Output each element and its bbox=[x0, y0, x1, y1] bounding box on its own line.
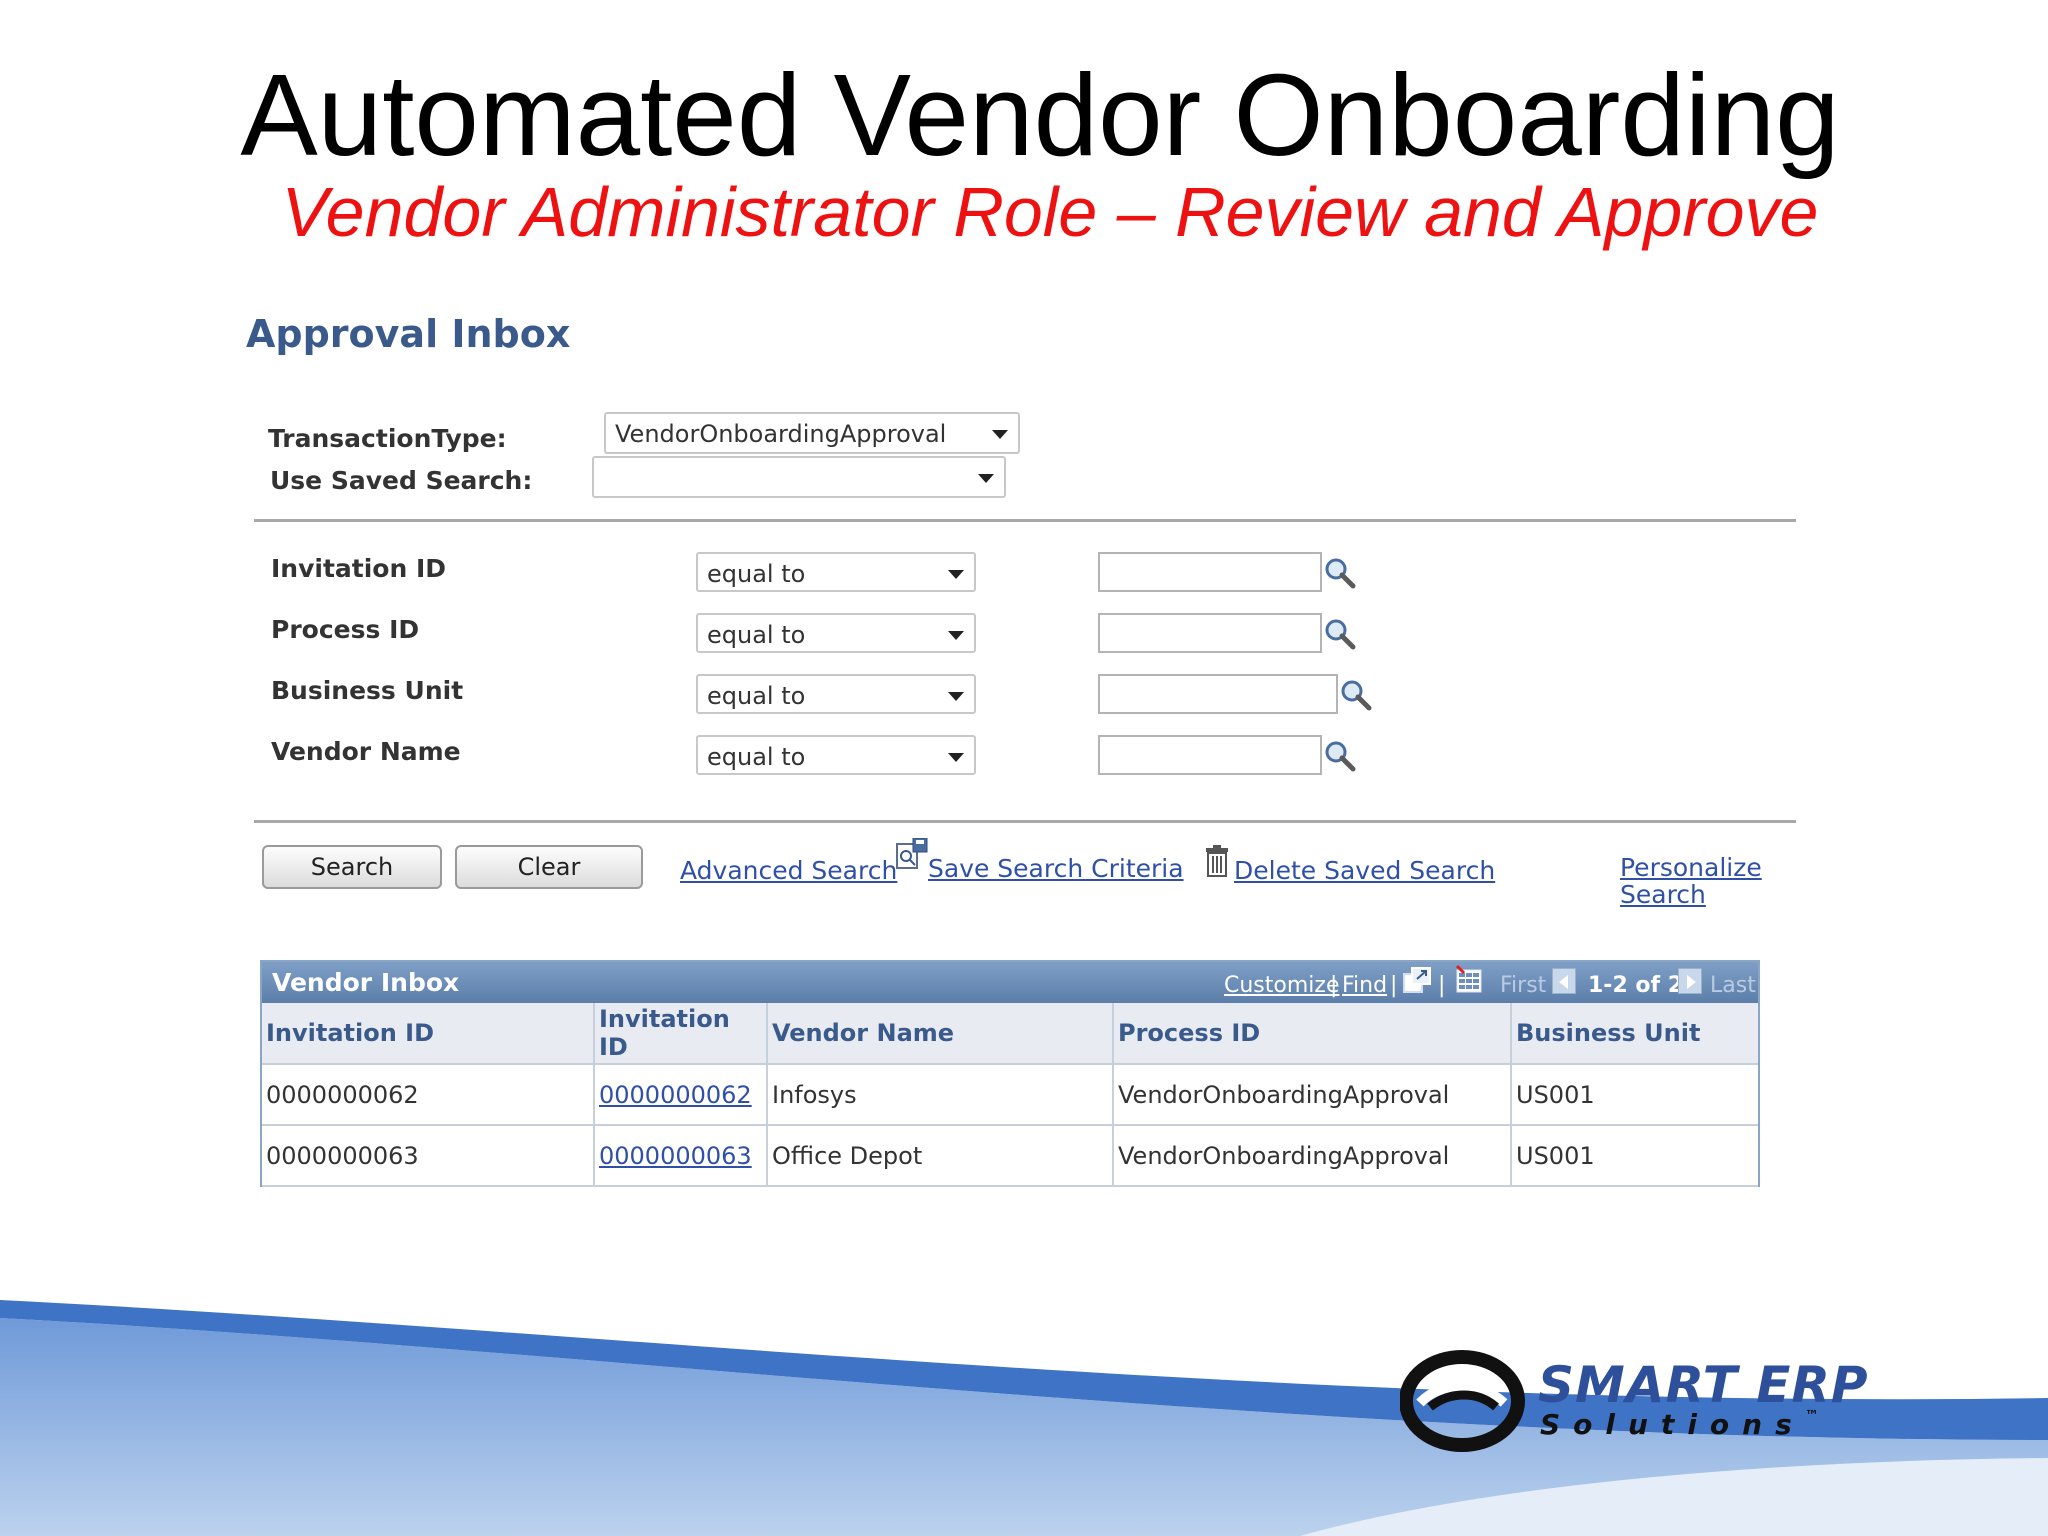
chevron-down-icon bbox=[948, 631, 964, 640]
logo-text-line-2: Solutions™ bbox=[1540, 1408, 1819, 1441]
column-header[interactable]: Vendor Name bbox=[767, 1003, 1114, 1065]
process-id-input[interactable] bbox=[1098, 613, 1322, 653]
separator: | bbox=[1438, 973, 1446, 998]
find-link[interactable]: Find bbox=[1342, 973, 1387, 998]
business-unit-operator-select[interactable]: equal to bbox=[696, 674, 976, 714]
customize-link[interactable]: Customize bbox=[1224, 973, 1339, 998]
magnifier-lookup-icon[interactable] bbox=[1340, 679, 1372, 711]
column-header[interactable]: Invitation ID bbox=[262, 1003, 595, 1065]
advanced-search-link[interactable]: Advanced Search bbox=[680, 856, 897, 885]
grid-header: Vendor Inbox Customize | Find | | First … bbox=[262, 962, 1758, 1003]
operator-value: equal to bbox=[707, 743, 806, 771]
operator-value: equal to bbox=[707, 560, 806, 588]
magnifier-lookup-icon[interactable] bbox=[1324, 618, 1356, 650]
page-title: Approval Inbox bbox=[246, 312, 571, 356]
magnifier-lookup-icon[interactable] bbox=[1324, 557, 1356, 589]
separator: | bbox=[1390, 973, 1398, 998]
vendor-name-input[interactable] bbox=[1098, 735, 1322, 775]
invitation-id-operator-select[interactable]: equal to bbox=[696, 552, 976, 592]
chevron-down-icon bbox=[992, 430, 1008, 439]
chevron-down-icon bbox=[948, 570, 964, 579]
operator-value: equal to bbox=[707, 621, 806, 649]
table-cell: Office Depot bbox=[767, 1125, 1114, 1187]
divider bbox=[254, 519, 1796, 522]
criteria-label-vendor-name: Vendor Name bbox=[271, 737, 461, 766]
invitation-id-link[interactable]: 0000000062 bbox=[599, 1081, 752, 1109]
table-cell: 0000000062 bbox=[262, 1064, 595, 1126]
divider bbox=[254, 820, 1796, 823]
download-spreadsheet-icon[interactable] bbox=[1454, 964, 1484, 994]
table-cell: 0000000062 bbox=[594, 1064, 768, 1126]
zoom-grid-icon[interactable] bbox=[1402, 966, 1432, 994]
save-search-icon[interactable] bbox=[895, 838, 929, 874]
invitation-id-link[interactable]: 0000000063 bbox=[599, 1142, 752, 1170]
personalize-line-1: Personalize bbox=[1620, 853, 1762, 882]
row-range: 1-2 of 2 bbox=[1588, 973, 1684, 998]
logo-solutions: Solutions bbox=[1540, 1408, 1805, 1441]
saved-search-label: Use Saved Search: bbox=[270, 466, 533, 495]
previous-page-icon[interactable] bbox=[1552, 968, 1576, 994]
table-cell: US001 bbox=[1511, 1125, 1758, 1187]
table-row: 0000000062 0000000062 Infosys VendorOnbo… bbox=[262, 1064, 1758, 1126]
slide-title: Automated Vendor Onboarding bbox=[240, 50, 1840, 180]
slide-subtitle: Vendor Administrator Role – Review and A… bbox=[281, 173, 1819, 251]
table-cell: 0000000063 bbox=[262, 1125, 595, 1187]
criteria-label-process-id: Process ID bbox=[271, 615, 420, 644]
column-header[interactable]: Process ID bbox=[1113, 1003, 1512, 1065]
personalize-search-link[interactable]: Personalize Search bbox=[1620, 854, 1762, 908]
table-header-row: Invitation ID Invitation ID Vendor Name … bbox=[262, 1003, 1758, 1065]
vendor-inbox-grid: Vendor Inbox Customize | Find | | First … bbox=[260, 960, 1760, 1187]
column-header[interactable]: Business Unit bbox=[1511, 1003, 1758, 1065]
transaction-type-label: TransactionType: bbox=[268, 424, 507, 453]
vendor-name-operator-select[interactable]: equal to bbox=[696, 735, 976, 775]
personalize-line-2: Search bbox=[1620, 880, 1706, 909]
operator-value: equal to bbox=[707, 682, 806, 710]
vendor-inbox-table: Invitation ID Invitation ID Vendor Name … bbox=[262, 1003, 1758, 1187]
chevron-down-icon bbox=[978, 474, 994, 483]
delete-saved-search-link[interactable]: Delete Saved Search bbox=[1234, 856, 1495, 885]
table-cell: VendorOnboardingApproval bbox=[1113, 1125, 1512, 1187]
table-cell: US001 bbox=[1511, 1064, 1758, 1126]
chevron-down-icon bbox=[948, 753, 964, 762]
table-cell: Infosys bbox=[767, 1064, 1114, 1126]
magnifier-lookup-icon[interactable] bbox=[1324, 740, 1356, 772]
trademark-mark: ™ bbox=[1804, 1408, 1819, 1424]
clear-button[interactable]: Clear bbox=[455, 845, 643, 889]
criteria-label-invitation-id: Invitation ID bbox=[271, 554, 447, 583]
invitation-id-input[interactable] bbox=[1098, 552, 1322, 592]
last-page-label: Last bbox=[1710, 973, 1756, 998]
transaction-type-value: VendorOnboardingApproval bbox=[615, 420, 947, 448]
trash-icon[interactable] bbox=[1204, 844, 1230, 878]
grid-title: Vendor Inbox bbox=[272, 968, 460, 997]
logo-text-line-1: SMART ERP bbox=[1538, 1356, 1869, 1414]
transaction-type-select[interactable]: VendorOnboardingApproval bbox=[604, 412, 1020, 454]
table-cell: 0000000063 bbox=[594, 1125, 768, 1187]
business-unit-input[interactable] bbox=[1098, 674, 1338, 714]
process-id-operator-select[interactable]: equal to bbox=[696, 613, 976, 653]
criteria-label-business-unit: Business Unit bbox=[271, 676, 464, 705]
save-search-criteria-link[interactable]: Save Search Criteria bbox=[928, 854, 1184, 883]
table-row: 0000000063 0000000063 Office Depot Vendo… bbox=[262, 1125, 1758, 1187]
column-header[interactable]: Invitation ID bbox=[594, 1003, 768, 1065]
first-page-label: First bbox=[1500, 973, 1547, 998]
saved-search-select[interactable] bbox=[592, 456, 1006, 498]
table-cell: VendorOnboardingApproval bbox=[1113, 1064, 1512, 1126]
separator: | bbox=[1330, 973, 1338, 998]
search-button[interactable]: Search bbox=[262, 845, 442, 889]
chevron-down-icon bbox=[948, 692, 964, 701]
next-page-icon[interactable] bbox=[1678, 968, 1702, 994]
